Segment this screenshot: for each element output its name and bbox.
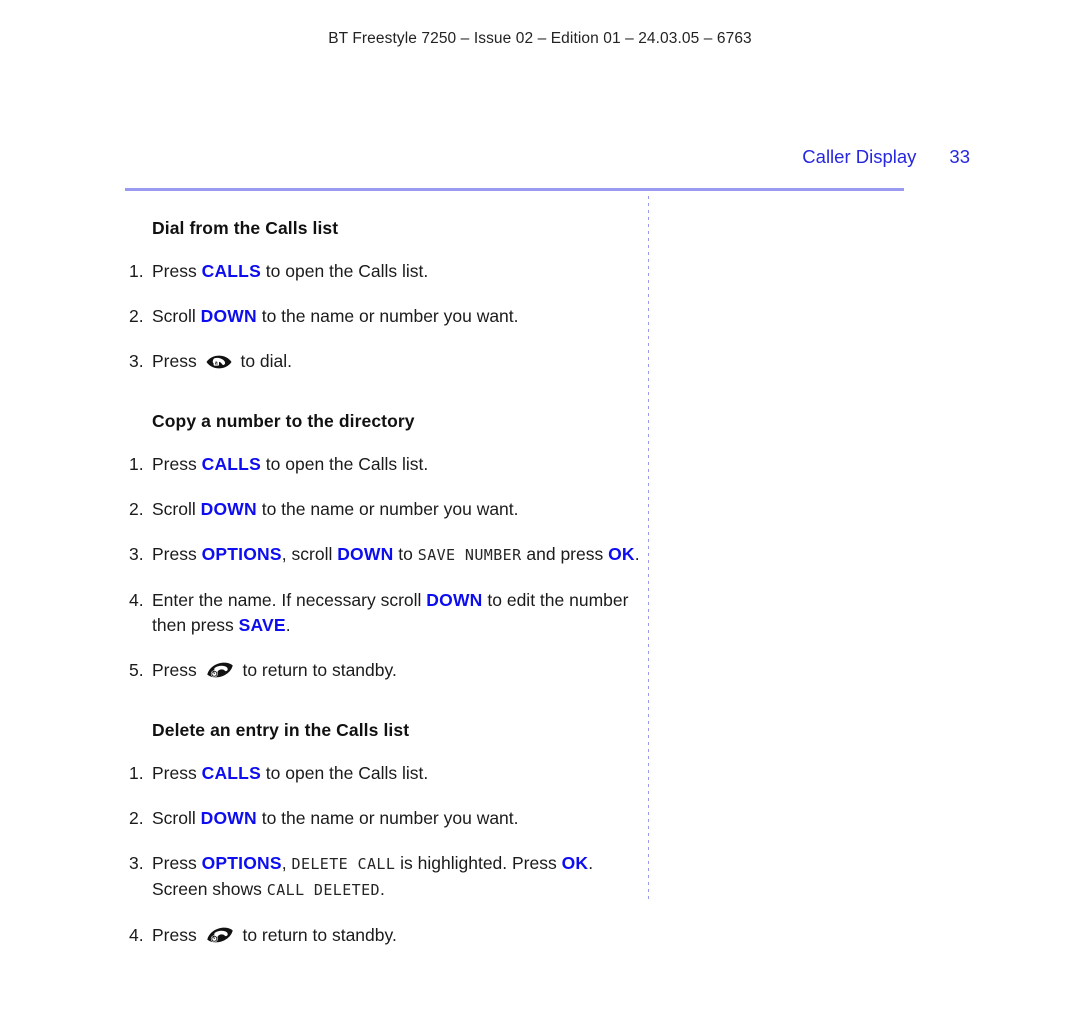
step-text: Enter the name. If necessary scroll (152, 590, 427, 610)
main-content-column: Dial from the Calls list 1. Press CALLS to… (0, 218, 648, 948)
header-rule (125, 188, 904, 191)
step-text: Scroll (152, 306, 201, 326)
step-item: 3. Press OPTIONS, scroll DOWN to SAVE NUM… (0, 542, 648, 568)
step-number: 2. (129, 499, 144, 519)
key-label: CALLS (201, 763, 261, 783)
display-text: CALL DELETED (266, 881, 380, 899)
step-text: Press (152, 351, 202, 371)
step-text: to open the Calls list. (260, 763, 429, 783)
talk-key-icon: a (205, 352, 233, 372)
standby-key-icon (205, 659, 235, 681)
step-list: 1. Press CALLS to open the Calls list. 2. S… (0, 452, 648, 683)
step-item: 1. Press CALLS to open the Calls list. (0, 452, 648, 477)
step-number: 3. (129, 853, 144, 873)
procedure-section: Copy a number to the directory 1. Press CA… (0, 411, 648, 683)
step-text: to (393, 544, 418, 564)
procedure-section: Delete an entry in the Calls list 1. Press… (0, 720, 648, 948)
page-header-section-name: Caller Display (802, 146, 917, 167)
step-item: 1. Press CALLS to open the Calls list. (0, 761, 648, 786)
key-label: DOWN (337, 544, 394, 564)
step-text: to the name or number you want. (256, 499, 519, 519)
step-text: and press (521, 544, 609, 564)
step-text: Press (152, 853, 202, 873)
step-number: 4. (129, 590, 144, 610)
step-text: . (379, 879, 385, 899)
step-item: 4. Enter the name. If necessary scroll DO… (0, 588, 648, 638)
step-text: Scroll (152, 808, 201, 828)
step-text: Press (152, 763, 202, 783)
step-list: 1. Press CALLS to open the Calls list. 2. S… (0, 259, 648, 374)
key-label: SAVE (238, 615, 286, 635)
step-text: to return to standby. (237, 660, 397, 680)
section-heading: Delete an entry in the Calls list (152, 720, 410, 740)
svg-text:a: a (215, 361, 218, 367)
step-list: 1. Press CALLS to open the Calls list. 2. S… (0, 761, 648, 948)
step-text: . (634, 544, 640, 564)
step-item: 1. Press CALLS to open the Calls list. (0, 259, 648, 284)
step-text: Press (152, 660, 202, 680)
step-text: is highlighted. Press (395, 853, 562, 873)
step-text: to the name or number you want. (256, 306, 519, 326)
step-item: 5. Press to return to standby. (0, 658, 648, 683)
column-divider (648, 196, 649, 902)
step-number: 5. (129, 660, 144, 680)
step-number: 1. (129, 261, 144, 281)
key-label: OK (608, 544, 635, 564)
step-text: , (281, 853, 292, 873)
step-text: to open the Calls list. (260, 261, 429, 281)
key-label: DOWN (200, 499, 257, 519)
key-label: CALLS (201, 454, 261, 474)
key-label: DOWN (426, 590, 483, 610)
key-label: OK (561, 853, 589, 873)
step-item: 4. Press to return to standby. (0, 923, 648, 948)
step-number: 3. (129, 544, 144, 564)
key-label: DOWN (200, 306, 257, 326)
procedure-section: Dial from the Calls list 1. Press CALLS to… (0, 218, 648, 374)
step-item: 2. Scroll DOWN to the name or number you … (0, 806, 648, 831)
step-number: 1. (129, 763, 144, 783)
step-text: Press (152, 544, 202, 564)
step-number: 2. (129, 808, 144, 828)
page-header: Caller Display 33 (0, 146, 970, 168)
step-item: 2. Scroll DOWN to the name or number you … (0, 304, 648, 329)
step-number: 1. (129, 454, 144, 474)
step-number: 4. (129, 925, 144, 945)
step-item: 3. Press OPTIONS, DELETE CALL is highligh… (0, 851, 648, 903)
display-text: DELETE CALL (291, 855, 396, 873)
step-text: Press (152, 454, 202, 474)
display-text: SAVE NUMBER (417, 546, 522, 564)
key-label: OPTIONS (201, 544, 282, 564)
step-text: to dial. (235, 351, 293, 371)
step-item: 3. Press a to dial. (0, 349, 648, 374)
standby-key-icon (205, 924, 235, 946)
step-text: Press (152, 925, 202, 945)
section-heading: Copy a number to the directory (152, 411, 415, 431)
section-heading: Dial from the Calls list (152, 218, 339, 238)
step-text: to open the Calls list. (260, 454, 429, 474)
document-running-header: BT Freestyle 7250 – Issue 02 – Edition 0… (328, 30, 752, 47)
page-number: 33 (949, 146, 970, 167)
step-text: Scroll (152, 499, 201, 519)
step-text: to the name or number you want. (256, 808, 519, 828)
step-text: , scroll (281, 544, 338, 564)
key-label: DOWN (200, 808, 257, 828)
step-text: Press (152, 261, 202, 281)
step-number: 3. (129, 351, 144, 371)
key-label: CALLS (201, 261, 261, 281)
step-item: 2. Scroll DOWN to the name or number you … (0, 497, 648, 522)
step-text: . (285, 615, 291, 635)
step-text: to return to standby. (237, 925, 397, 945)
key-label: OPTIONS (201, 853, 282, 873)
step-number: 2. (129, 306, 144, 326)
